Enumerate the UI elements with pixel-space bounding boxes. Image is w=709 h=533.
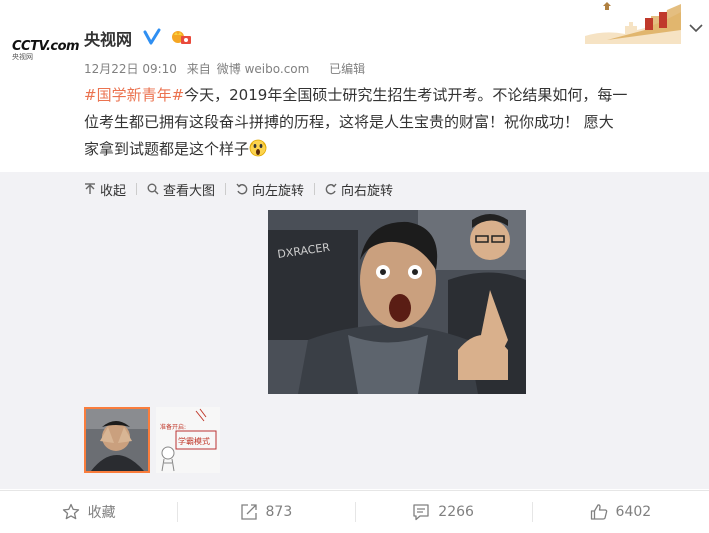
rotate-right-button[interactable]: 向右旋转: [325, 180, 393, 199]
scream-emoji-icon: [249, 139, 267, 157]
rotate-right-label: 向右旋转: [341, 183, 394, 199]
rotate-left-label: 向左旋转: [252, 183, 305, 199]
source-prefix: 来自: [186, 62, 211, 76]
media-toolbar: 收起 查看大图 向左旋转 向右旋转: [84, 178, 399, 200]
repost-count: 873: [265, 504, 293, 520]
edited-label[interactable]: 已编辑: [329, 62, 365, 76]
favorite-label: 收藏: [87, 505, 116, 521]
like-count: 6402: [615, 504, 652, 520]
comment-count: 2266: [438, 504, 474, 520]
post-action-bar: 收藏 873 2266 6402: [0, 490, 709, 533]
author-avatar[interactable]: CCTV.com 央视网: [12, 30, 80, 70]
great-wall-decoration-icon: [585, 0, 681, 44]
rotate-left-button[interactable]: 向左旋转: [236, 180, 304, 199]
like-button[interactable]: 6402: [531, 491, 709, 533]
collapse-label: 收起: [100, 183, 127, 199]
post-source[interactable]: 微博 weibo.com: [217, 62, 310, 76]
view-large-button[interactable]: 查看大图: [147, 180, 215, 199]
comment-icon: [413, 504, 429, 521]
toolbar-divider: [136, 183, 138, 195]
thumbnail-1[interactable]: [84, 407, 150, 473]
arrow-up-icon: [85, 183, 95, 194]
post-text-line1: 今天，2019年全国硕士研究生招生考试开考。不论结果如何，每一: [184, 86, 628, 104]
post-date[interactable]: 12月22日 09:10: [84, 62, 177, 76]
share-icon: [240, 504, 257, 520]
post-text-line2: 位考生都已拥有这段奋斗拼搏的历程，这将是人生宝贵的财富！祝你成功！ 愿大: [84, 113, 614, 131]
thumbnail2-top-text: 准备开启:: [160, 423, 186, 431]
avatar-logo-sub: 央视网: [12, 52, 33, 61]
chevron-down-icon[interactable]: [689, 18, 703, 33]
star-icon: [62, 503, 79, 520]
author-name[interactable]: 央视网: [84, 26, 132, 50]
repost-button[interactable]: 873: [177, 491, 354, 533]
comment-button[interactable]: 2266: [354, 491, 532, 533]
thumbnail2-bottom-text: 学霸模式: [178, 436, 210, 446]
thumbs-up-icon: [590, 504, 607, 520]
expanded-image[interactable]: DXRACER: [268, 210, 526, 394]
verified-icon[interactable]: [143, 28, 161, 46]
member-badge-icon[interactable]: [170, 29, 192, 45]
view-large-label: 查看大图: [163, 183, 216, 199]
thumbnail-2[interactable]: 准备开启: 学霸模式: [156, 407, 220, 473]
search-icon: [147, 183, 159, 195]
toolbar-divider: [314, 183, 316, 195]
rotate-right-icon: [325, 183, 337, 195]
topic-link[interactable]: #国学新青年#: [84, 86, 184, 104]
post-meta: 12月22日 09:10 来自 微博 weibo.com 已编辑: [84, 60, 371, 77]
post-text: #国学新青年#今天，2019年全国硕士研究生招生考试开考。不论结果如何，每一 位…: [84, 82, 704, 163]
toolbar-divider: [225, 183, 227, 195]
post-text-line3: 家拿到试题都是这个样子: [84, 140, 250, 158]
collapse-button[interactable]: 收起: [84, 180, 126, 199]
weibo-post-card: CCTV.com 央视网 央视网 12月22日 09:10 来自 微博 weibo…: [0, 0, 709, 533]
favorite-button[interactable]: 收藏: [0, 491, 177, 533]
rotate-left-icon: [236, 183, 248, 195]
